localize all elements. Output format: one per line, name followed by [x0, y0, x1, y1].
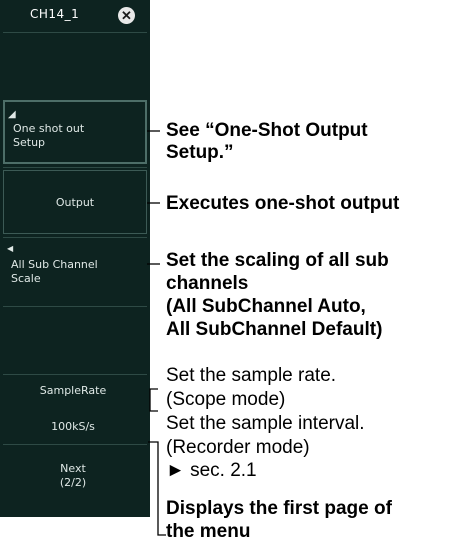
annotation-sample-line3: Set the sample interval.: [166, 413, 365, 434]
annotation-sample-line1: Set the sample rate.: [166, 365, 337, 386]
annotation-next-line1: Displays the first page of: [166, 498, 392, 519]
annotation-scale-line1: Set the scaling of all sub: [166, 250, 389, 271]
annotation-scale-line3: (All SubChannel Auto,: [166, 296, 366, 317]
annotation-scale-line4: All SubChannel Default): [166, 319, 383, 340]
callout-line-next: [148, 441, 166, 536]
annotation-next-line2: the menu: [166, 521, 251, 542]
annotation-sample-ref: ► sec. 2.1: [166, 460, 257, 481]
annotation-output: Executes one-shot output: [166, 193, 400, 214]
annotation-sample-line2: (Scope mode): [166, 389, 286, 410]
annotation-one-shot-line1: See “One-Shot Output: [166, 120, 368, 141]
annotation-scale-line2: channels: [166, 273, 249, 294]
callout-bracket-sample: [149, 388, 158, 412]
annotation-one-shot-line2: Setup.”: [166, 142, 234, 163]
annotation-sample-line4: (Recorder mode): [166, 437, 310, 458]
